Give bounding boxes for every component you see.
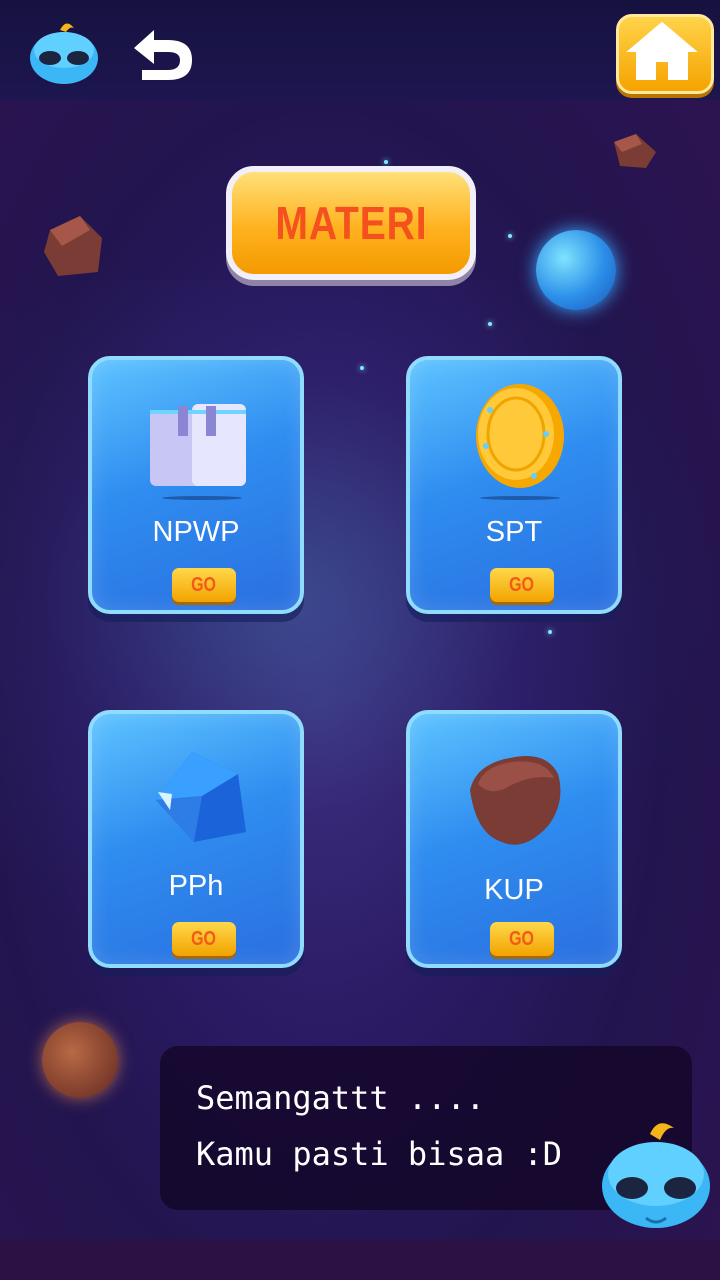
brown-rock-icon <box>470 756 561 845</box>
home-icon <box>626 21 698 80</box>
materi-title-button: MATERI <box>226 166 476 280</box>
card-npwp[interactable]: NPWP GO <box>88 356 304 614</box>
go-label: GO <box>191 573 217 596</box>
back-button[interactable] <box>128 26 196 84</box>
card-document-icon <box>150 404 246 500</box>
undo-arrow-icon <box>134 30 192 80</box>
message-line-1: Semangattt .... <box>196 1079 485 1117</box>
rock-decoration <box>614 134 656 168</box>
go-button[interactable]: GO <box>490 568 554 602</box>
top-bar <box>0 0 720 100</box>
card-label: NPWP <box>152 516 240 548</box>
star-decoration <box>488 322 492 326</box>
go-button[interactable]: GO <box>172 568 236 602</box>
star-decoration <box>548 630 552 634</box>
page-title: MATERI <box>274 197 428 249</box>
bottom-bar <box>0 1240 720 1280</box>
card-label: SPT <box>485 516 543 548</box>
message-line-2: Kamu pasti bisaa :D <box>196 1135 563 1173</box>
gold-coin-icon <box>476 384 564 500</box>
go-label: GO <box>191 927 217 950</box>
rock-decoration <box>44 216 102 276</box>
home-button[interactable] <box>616 14 714 94</box>
alien-mascot-icon <box>602 1123 710 1228</box>
go-button[interactable]: GO <box>490 922 554 956</box>
alien-avatar-icon <box>30 23 98 84</box>
star-decoration <box>384 160 388 164</box>
star-decoration <box>360 366 364 370</box>
blue-planet-decoration <box>536 230 616 310</box>
card-label: KUP <box>484 874 544 906</box>
card-pph[interactable]: PPh GO <box>88 710 304 968</box>
card-spt[interactable]: SPT GO <box>406 356 622 614</box>
go-button[interactable]: GO <box>172 922 236 956</box>
go-label: GO <box>509 573 535 596</box>
go-label: GO <box>509 927 535 950</box>
card-label: PPh <box>168 870 224 902</box>
lava-planet-decoration <box>42 1022 118 1098</box>
star-decoration <box>508 234 512 238</box>
card-kup[interactable]: KUP GO <box>406 710 622 968</box>
blue-gem-icon <box>156 752 246 842</box>
